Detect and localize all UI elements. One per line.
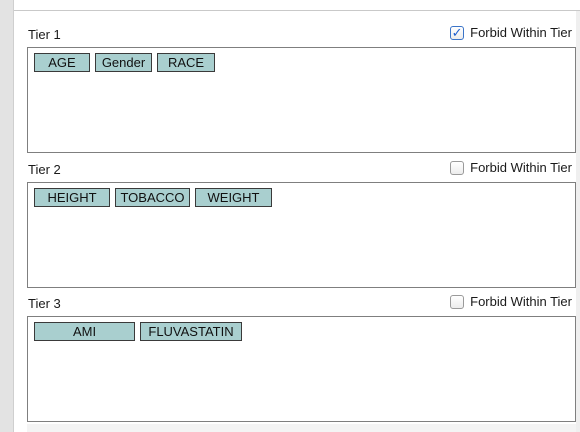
forbid-within-tier-toggle[interactable]: Forbid Within Tier <box>450 294 572 309</box>
tier-title: Tier 2 <box>28 162 61 177</box>
variable-chip-race[interactable]: RACE <box>157 53 215 72</box>
forbid-label: Forbid Within Tier <box>470 25 572 40</box>
variable-chip-fluvastatin[interactable]: FLUVASTATIN <box>140 322 242 341</box>
forbid-label: Forbid Within Tier <box>470 160 572 175</box>
variable-chip-ami[interactable]: AMI <box>34 322 135 341</box>
tier-panel-1: Tier 1 ✓ Forbid Within Tier AGE Gender R… <box>27 21 576 153</box>
tier-drop-area[interactable]: AGE Gender RACE <box>27 47 576 153</box>
variable-chip-weight[interactable]: WEIGHT <box>195 188 272 207</box>
forbid-checkbox[interactable] <box>450 294 465 309</box>
forbid-within-tier-toggle[interactable]: Forbid Within Tier <box>450 160 572 175</box>
tier-title: Tier 1 <box>28 27 61 42</box>
variable-chip-tobacco[interactable]: TOBACCO <box>115 188 190 207</box>
check-icon: ✓ <box>451 24 463 40</box>
tier-header: Tier 1 ✓ Forbid Within Tier <box>27 21 576 47</box>
tier-drop-area[interactable]: AMI FLUVASTATIN <box>27 316 576 422</box>
forbid-checkbox[interactable] <box>450 160 465 175</box>
tier-drop-area[interactable]: HEIGHT TOBACCO WEIGHT <box>27 182 576 288</box>
forbid-label: Forbid Within Tier <box>470 294 572 309</box>
top-edge <box>14 0 580 11</box>
bottom-status-strip <box>27 424 576 432</box>
knowledge-tiers-window: Tier 1 ✓ Forbid Within Tier AGE Gender R… <box>0 0 580 432</box>
variable-chip-height[interactable]: HEIGHT <box>34 188 110 207</box>
forbid-checkbox[interactable]: ✓ <box>450 24 465 40</box>
left-scroll-rail <box>0 0 14 432</box>
variable-chip-age[interactable]: AGE <box>34 53 90 72</box>
tier-panel-2: Tier 2 Forbid Within Tier HEIGHT TOBACCO… <box>27 156 576 288</box>
tier-panel-3: Tier 3 Forbid Within Tier AMI FLUVASTATI… <box>27 290 576 422</box>
tier-header: Tier 2 Forbid Within Tier <box>27 156 576 182</box>
variable-chip-gender[interactable]: Gender <box>95 53 152 72</box>
tier-header: Tier 3 Forbid Within Tier <box>27 290 576 316</box>
tier-title: Tier 3 <box>28 296 61 311</box>
forbid-within-tier-toggle[interactable]: ✓ Forbid Within Tier <box>450 25 572 40</box>
right-edge <box>576 11 580 432</box>
